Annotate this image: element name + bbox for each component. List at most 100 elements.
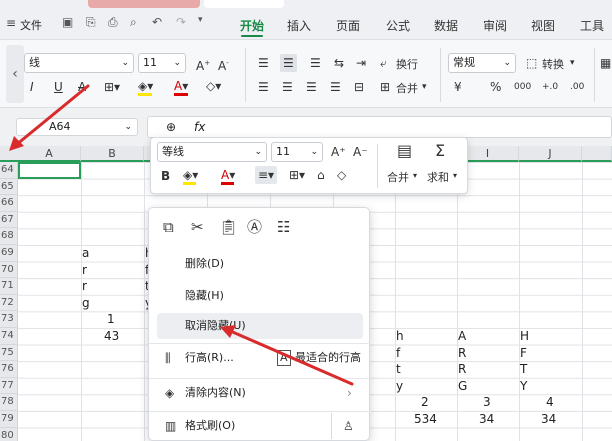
row-header[interactable]: 77 bbox=[0, 377, 18, 395]
mini-eraser-icon[interactable]: ◇ bbox=[337, 168, 346, 182]
cell-g77[interactable]: t bbox=[396, 361, 401, 377]
hamburger-icon[interactable]: ≡ bbox=[6, 16, 16, 30]
column-header-a[interactable]: A bbox=[18, 146, 81, 162]
cell-g80[interactable]: 534 bbox=[414, 411, 437, 427]
cell-g78[interactable]: y bbox=[396, 378, 403, 394]
thousands-separator-icon[interactable]: 000 bbox=[514, 80, 531, 94]
percent-icon[interactable]: % bbox=[490, 80, 501, 94]
tab-tools[interactable]: 工具 bbox=[580, 17, 604, 34]
cell-i80[interactable]: 34 bbox=[541, 411, 556, 427]
tab-view[interactable]: 视图 bbox=[531, 17, 555, 34]
row-header[interactable]: 65 bbox=[0, 178, 18, 196]
mini-increase-font-icon[interactable]: A⁺ bbox=[331, 145, 346, 159]
row-header[interactable]: 72 bbox=[0, 294, 18, 312]
cell-b69[interactable]: a bbox=[82, 245, 89, 261]
cell-g75[interactable]: h bbox=[396, 328, 404, 344]
table-style-icon[interactable]: ▦ bbox=[600, 56, 611, 70]
font-size-select[interactable]: 11 ⌄ bbox=[138, 53, 186, 73]
cell-g79[interactable]: 2 bbox=[421, 394, 429, 410]
menu-item-hide[interactable]: 隐藏(H) bbox=[157, 283, 363, 309]
font-color-icon[interactable]: A▾ bbox=[174, 79, 188, 93]
chevron-down-icon[interactable]: ▾ bbox=[422, 80, 427, 94]
border-icon[interactable]: ⊞▾ bbox=[104, 80, 120, 94]
cell-b70[interactable]: r bbox=[82, 262, 87, 278]
chevron-down-icon[interactable]: ▾ bbox=[413, 169, 417, 183]
underline-icon[interactable]: U bbox=[54, 80, 63, 94]
menu-item-delete[interactable]: 删除(D) bbox=[157, 251, 363, 277]
document-tab-active[interactable] bbox=[204, 0, 284, 8]
row-header[interactable]: 66 bbox=[0, 195, 18, 212]
name-box[interactable]: A64 ⌄ bbox=[16, 118, 138, 136]
mini-sum-button[interactable]: 求和 bbox=[427, 169, 449, 185]
row-header[interactable]: 68 bbox=[0, 228, 18, 245]
justify-icon[interactable]: ☰ bbox=[330, 80, 341, 94]
menu-item-best-fit-row-height[interactable]: 最适合的行高 bbox=[267, 345, 367, 371]
mini-font-color-icon[interactable]: A▾ bbox=[221, 168, 235, 182]
column-header-b[interactable]: B bbox=[81, 146, 144, 162]
cell-h78[interactable]: G bbox=[458, 378, 467, 394]
row-header[interactable]: 80 bbox=[0, 427, 18, 441]
tab-home[interactable]: 开始 bbox=[240, 17, 264, 34]
indent-icon[interactable]: ⇥ bbox=[356, 56, 366, 70]
align-bottom-icon[interactable]: ☰ bbox=[310, 56, 321, 70]
number-format-select[interactable]: 常规 ⌄ bbox=[448, 53, 516, 73]
paste-icon[interactable]: 📋︎ bbox=[219, 220, 238, 235]
mini-format-cell-icon[interactable]: ⌂ bbox=[317, 168, 325, 182]
distribute-icon[interactable]: ⊟ bbox=[354, 80, 364, 94]
font-name-select[interactable]: 线 ⌄ bbox=[24, 53, 134, 73]
copy-icon[interactable]: ⧉ bbox=[163, 220, 174, 235]
print-preview-icon[interactable]: ⌕ bbox=[130, 15, 137, 30]
menu-item-row-height[interactable]: 行高(R)... bbox=[157, 345, 267, 371]
cell-h77[interactable]: R bbox=[458, 361, 466, 377]
row-header[interactable]: 76 bbox=[0, 361, 18, 378]
mini-font-name-select[interactable]: 等线 ⌄ bbox=[157, 142, 267, 162]
redo-icon[interactable]: ↷ bbox=[176, 15, 186, 29]
cell-g76[interactable]: f bbox=[396, 345, 400, 361]
decrease-font-icon[interactable]: A- bbox=[218, 56, 229, 73]
row-header[interactable]: 75 bbox=[0, 344, 18, 362]
merge-button[interactable]: 合并 bbox=[396, 80, 418, 96]
save-icon[interactable]: ▣ bbox=[62, 15, 73, 29]
cell-i78[interactable]: Y bbox=[520, 378, 527, 394]
clear-format-icon[interactable]: ◇▾ bbox=[206, 79, 221, 93]
align-middle-icon[interactable]: ☰ bbox=[280, 54, 297, 72]
text-orientation-icon[interactable]: ⇆ bbox=[334, 56, 344, 70]
strikethrough-icon[interactable]: A bbox=[78, 80, 86, 94]
print-icon[interactable]: ⎙ bbox=[108, 15, 118, 30]
convert-button[interactable]: 转换 bbox=[542, 56, 564, 72]
menu-item-clear-content[interactable]: 清除内容(N) bbox=[157, 380, 363, 406]
tab-data[interactable]: 数据 bbox=[434, 17, 458, 34]
convert-icon[interactable]: ⬚ bbox=[526, 56, 537, 70]
tab-page[interactable]: 页面 bbox=[336, 17, 360, 34]
row-header[interactable]: 73 bbox=[0, 311, 18, 328]
cell-h75[interactable]: A bbox=[458, 328, 466, 344]
cell-h76[interactable]: R bbox=[458, 345, 466, 361]
row-header[interactable]: 70 bbox=[0, 261, 18, 279]
align-top-icon[interactable]: ☰ bbox=[258, 56, 269, 70]
wrap-text-icon[interactable]: ⤶ bbox=[380, 56, 387, 70]
row-header[interactable]: 69 bbox=[0, 245, 18, 262]
mini-sum-icon[interactable]: Σ bbox=[435, 143, 445, 159]
cell-i77[interactable]: T bbox=[520, 361, 527, 377]
mini-bold-icon[interactable]: B bbox=[161, 169, 170, 183]
mini-merge-button[interactable]: 合并 bbox=[387, 169, 409, 185]
currency-icon[interactable]: ¥ bbox=[454, 80, 462, 94]
mini-font-size-select[interactable]: 11 ⌄ bbox=[271, 142, 323, 162]
merge-icon[interactable]: ⊞ bbox=[380, 80, 390, 94]
mini-fill-color-icon[interactable]: ◈▾ bbox=[183, 168, 198, 182]
fx-icon[interactable]: fx bbox=[194, 120, 205, 134]
cell-b71[interactable]: r bbox=[82, 278, 87, 294]
align-right-icon[interactable]: ☰ bbox=[306, 80, 317, 94]
wrap-text-button[interactable]: 换行 bbox=[396, 56, 418, 72]
selected-cell-a64[interactable] bbox=[18, 162, 81, 179]
cell-i79[interactable]: 4 bbox=[546, 394, 554, 410]
cell-b72[interactable]: g bbox=[82, 295, 90, 311]
ribbon-scroll-left-button[interactable]: ‹ bbox=[6, 45, 24, 103]
undo-icon[interactable]: ↶ bbox=[152, 15, 162, 29]
file-menu[interactable]: 文件 bbox=[20, 17, 42, 33]
fill-color-icon[interactable]: ◈▾ bbox=[138, 79, 153, 93]
column-header-k[interactable] bbox=[582, 146, 612, 162]
mini-decrease-font-icon[interactable]: A⁻ bbox=[353, 145, 368, 159]
row-header[interactable]: 71 bbox=[0, 278, 18, 295]
export-icon[interactable]: ⎘ bbox=[86, 15, 96, 30]
